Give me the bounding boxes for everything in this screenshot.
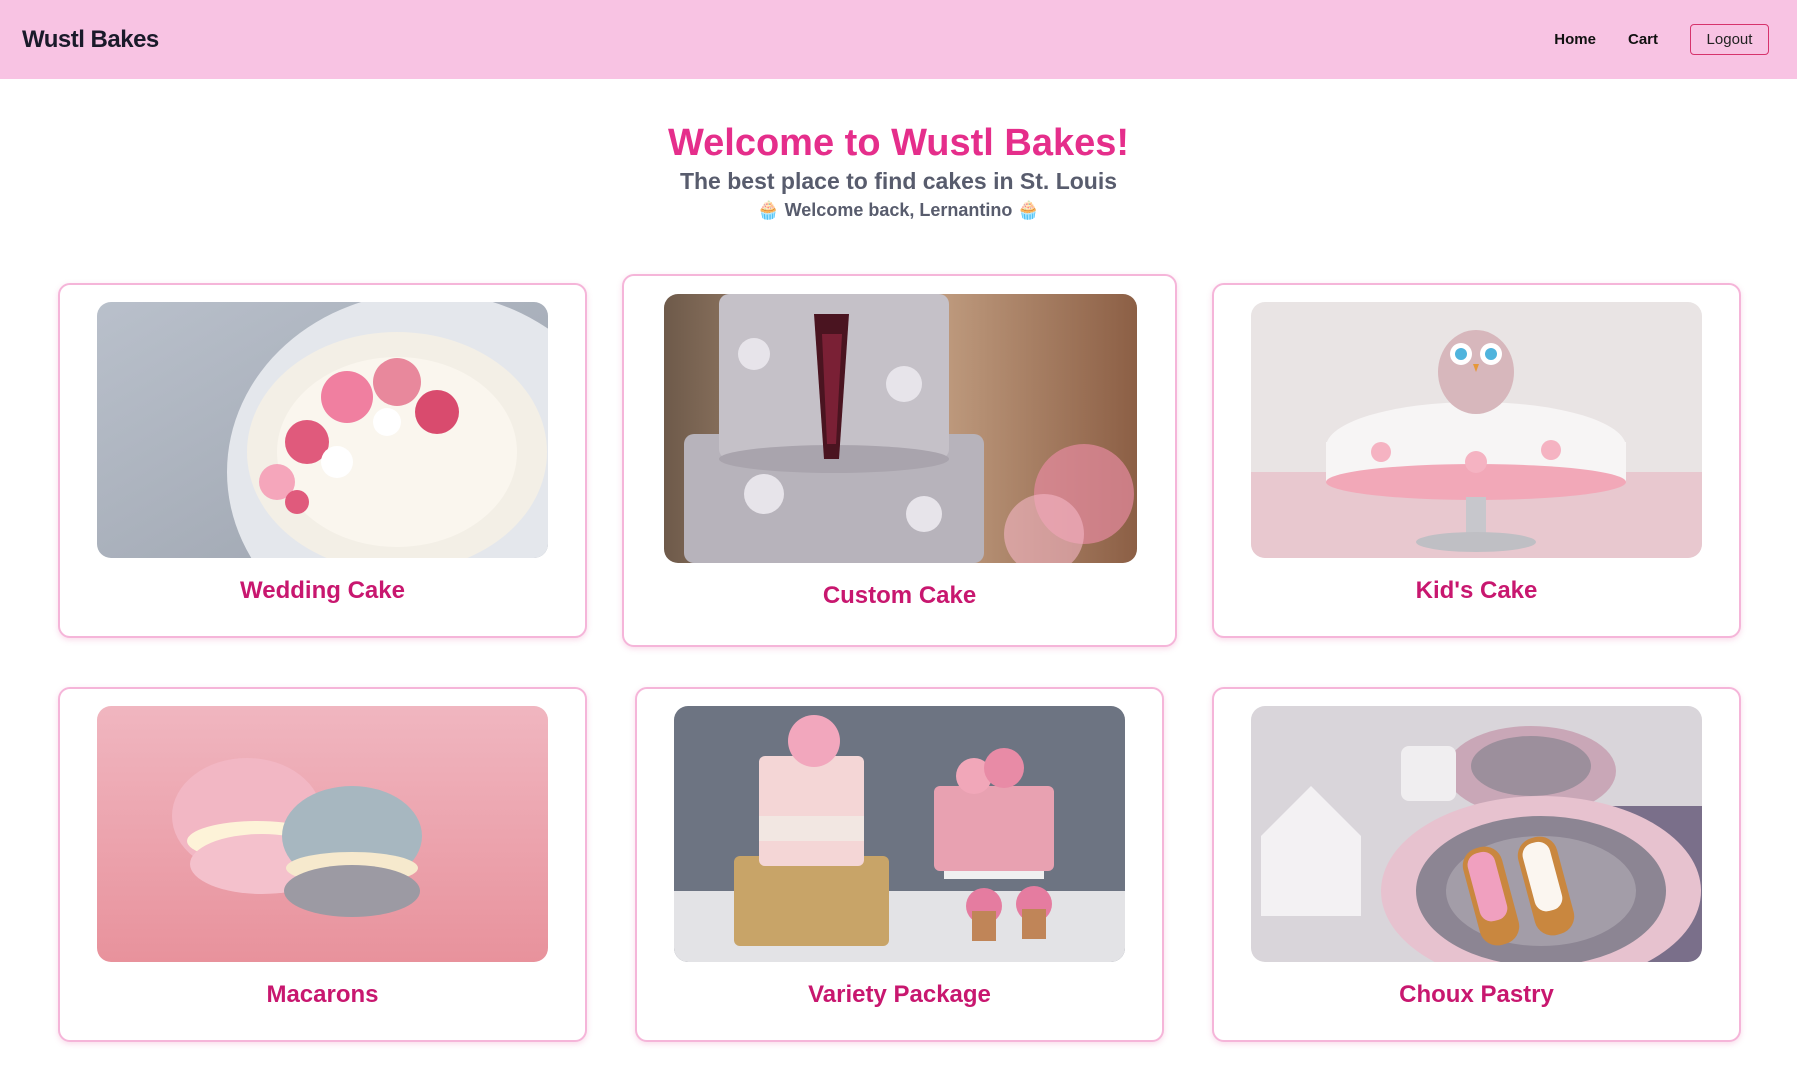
product-title: Wedding Cake	[240, 577, 405, 604]
welcome-message: 🧁 Welcome back, Lernantino 🧁	[757, 200, 1040, 220]
macarons-image	[97, 706, 548, 962]
nav-menu: Home Cart Logout	[1554, 24, 1769, 55]
product-card-wedding-cake[interactable]: Wedding Cake	[58, 283, 587, 638]
custom-cake-image	[664, 294, 1137, 563]
product-title: Kid's Cake	[1415, 577, 1538, 604]
product-title: Custom Cake	[822, 582, 977, 609]
nav-link-home[interactable]: Home	[1554, 31, 1596, 48]
logout-button[interactable]: Logout	[1690, 24, 1769, 55]
choux-pastry-image	[1251, 706, 1702, 962]
product-card-choux-pastry[interactable]: Choux Pastry	[1212, 687, 1741, 1042]
wedding-cake-image	[97, 302, 548, 558]
nav-link-cart[interactable]: Cart	[1628, 31, 1658, 48]
product-title: Macarons	[266, 981, 379, 1008]
navbar: Wustl Bakes Home Cart Logout	[0, 0, 1797, 79]
kids-cake-image	[1251, 302, 1702, 558]
hero-section: Welcome to Wustl Bakes! The best place t…	[0, 119, 1797, 225]
product-title: Choux Pastry	[1399, 981, 1554, 1008]
product-title: Variety Package	[808, 981, 991, 1008]
variety-package-image	[674, 706, 1125, 962]
product-card-custom-cake[interactable]: Custom Cake	[622, 274, 1177, 647]
product-card-macarons[interactable]: Macarons	[58, 687, 587, 1042]
brand-logo[interactable]: Wustl Bakes	[22, 26, 159, 54]
page-title: Welcome to Wustl Bakes!	[667, 122, 1130, 164]
product-card-kids-cake[interactable]: Kid's Cake	[1212, 283, 1741, 638]
page-subtitle: The best place to find cakes in St. Loui…	[679, 168, 1118, 194]
product-card-variety-package[interactable]: Variety Package	[635, 687, 1164, 1042]
